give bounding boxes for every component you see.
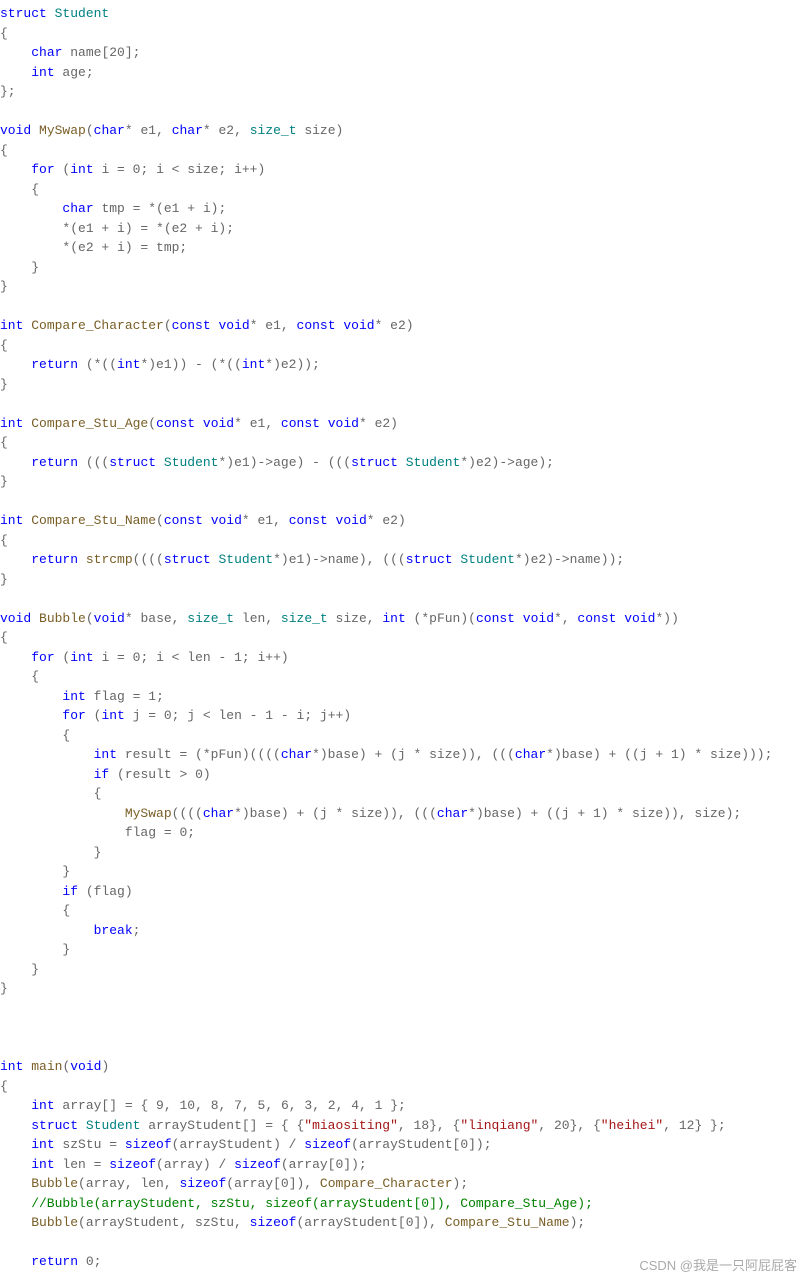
code-line: int szStu = sizeof(arrayStudent) / sizeo… bbox=[0, 1137, 492, 1152]
code-line: { bbox=[0, 182, 39, 197]
code-line: { bbox=[0, 435, 8, 450]
code-line: } bbox=[0, 474, 8, 489]
code-line: } bbox=[0, 845, 101, 860]
code-block: struct Student { char name[20]; int age;… bbox=[0, 0, 807, 1276]
code-line: int age; bbox=[0, 65, 94, 80]
code-line: for (int i = 0; i < len - 1; i++) bbox=[0, 650, 289, 665]
code-line: int Compare_Character(const void* e1, co… bbox=[0, 318, 414, 333]
code-line: } bbox=[0, 377, 8, 392]
code-line: } bbox=[0, 981, 8, 996]
code-line: { bbox=[0, 786, 101, 801]
code-line: { bbox=[0, 338, 8, 353]
code-line: }; bbox=[0, 84, 16, 99]
code-line: int Compare_Stu_Name(const void* e1, con… bbox=[0, 513, 406, 528]
code-line: int result = (*pFun)((((char*)base) + (j… bbox=[0, 747, 772, 762]
code-line: { bbox=[0, 143, 8, 158]
code-line: *(e2 + i) = tmp; bbox=[0, 240, 187, 255]
code-line: void Bubble(void* base, size_t len, size… bbox=[0, 611, 679, 626]
code-line: { bbox=[0, 669, 39, 684]
code-line: Bubble(arrayStudent, szStu, sizeof(array… bbox=[0, 1215, 585, 1230]
code-line: } bbox=[0, 279, 8, 294]
code-line: char name[20]; bbox=[0, 45, 140, 60]
code-line: MySwap((((char*)base) + (j * size)), (((… bbox=[0, 806, 741, 821]
code-line: flag = 0; bbox=[0, 825, 195, 840]
code-line: int flag = 1; bbox=[0, 689, 164, 704]
code-line: { bbox=[0, 630, 8, 645]
code-line: *(e1 + i) = *(e2 + i); bbox=[0, 221, 234, 236]
code-line: for (int j = 0; j < len - 1 - i; j++) bbox=[0, 708, 351, 723]
code-line: } bbox=[0, 260, 39, 275]
code-line: { bbox=[0, 533, 8, 548]
code-line: } bbox=[0, 572, 8, 587]
code-line: for (int i = 0; i < size; i++) bbox=[0, 162, 265, 177]
code-line: return strcmp((((struct Student*)e1)->na… bbox=[0, 552, 624, 567]
code-line: { bbox=[0, 26, 8, 41]
code-line: char tmp = *(e1 + i); bbox=[0, 201, 226, 216]
code-line: break; bbox=[0, 923, 140, 938]
code-line: { bbox=[0, 1079, 8, 1094]
code-line: { bbox=[0, 728, 70, 743]
code-line: if (flag) bbox=[0, 884, 133, 899]
code-line: int len = sizeof(array) / sizeof(array[0… bbox=[0, 1157, 367, 1172]
code-line: { bbox=[0, 903, 70, 918]
code-line: int main(void) bbox=[0, 1059, 109, 1074]
code-line: } bbox=[0, 864, 70, 879]
code-line: } bbox=[0, 942, 70, 957]
code-line: //Bubble(arrayStudent, szStu, sizeof(arr… bbox=[0, 1196, 593, 1211]
code-line: struct Student arrayStudent[] = { {"miao… bbox=[0, 1118, 726, 1133]
code-line: return (*((int*)e1)) - (*((int*)e2)); bbox=[0, 357, 320, 372]
code-line: int Compare_Stu_Age(const void* e1, cons… bbox=[0, 416, 398, 431]
code-line: Bubble(array, len, sizeof(array[0]), Com… bbox=[0, 1176, 468, 1191]
code-line: if (result > 0) bbox=[0, 767, 211, 782]
watermark-text: CSDN @我是一只阿屁屁客 bbox=[639, 1256, 797, 1276]
code-line: } bbox=[0, 962, 39, 977]
code-line: int array[] = { 9, 10, 8, 7, 5, 6, 3, 2,… bbox=[0, 1098, 406, 1113]
code-line: void MySwap(char* e1, char* e2, size_t s… bbox=[0, 123, 343, 138]
code-line: return (((struct Student*)e1)->age) - ((… bbox=[0, 455, 554, 470]
code-line: return 0; bbox=[0, 1254, 101, 1269]
code-line: struct Student bbox=[0, 6, 109, 21]
